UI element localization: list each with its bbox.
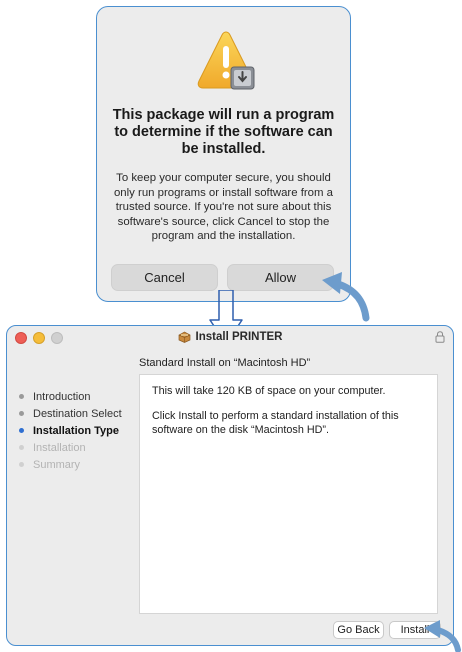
install-instructions-text: Click Install to perform a standard inst… — [152, 410, 399, 436]
security-alert-dialog: This package will run a program to deter… — [96, 6, 351, 302]
step-destination-select: Destination Select — [19, 405, 122, 422]
lock-icon[interactable] — [435, 331, 445, 343]
minimize-window-button[interactable] — [33, 332, 45, 344]
install-info-panel: This will take 120 KB of space on your c… — [139, 374, 438, 614]
step-label: Introduction — [33, 390, 91, 403]
step-dot — [19, 428, 24, 433]
close-window-button[interactable] — [15, 332, 27, 344]
step-installation: Installation — [19, 439, 122, 456]
warning-package-icon — [197, 31, 255, 90]
go-back-button[interactable]: Go Back — [333, 621, 384, 639]
step-label: Installation — [33, 441, 86, 454]
curved-arrow-icon — [424, 620, 461, 652]
title-bar: Install PRINTER — [7, 326, 453, 348]
package-icon — [178, 331, 190, 343]
window-title: Install PRINTER — [195, 331, 283, 343]
step-label: Summary — [33, 458, 81, 471]
step-label: Destination Select — [33, 407, 122, 420]
dialog-title: This package will run a program to deter… — [112, 107, 335, 157]
dialog-message: To keep your computer secure, you should… — [113, 172, 334, 243]
install-subtitle: Standard Install on “Macintosh HD” — [139, 357, 311, 369]
window-controls — [15, 332, 63, 344]
step-dot — [19, 462, 24, 467]
step-dot — [19, 445, 24, 450]
cancel-button[interactable]: Cancel — [111, 264, 218, 291]
step-summary: Summary — [19, 456, 122, 473]
window-title-group: Install PRINTER — [178, 331, 283, 343]
curved-arrow-icon — [322, 272, 370, 322]
step-label: Installation Type — [33, 424, 119, 437]
step-dot — [19, 394, 24, 399]
step-introduction: Introduction — [19, 388, 122, 405]
installer-window: Install PRINTER Standard Install on “Mac… — [6, 325, 454, 646]
zoom-window-button[interactable] — [51, 332, 63, 344]
installer-steps: Introduction Destination Select Installa… — [19, 388, 122, 473]
step-dot — [19, 411, 24, 416]
step-installation-type: Installation Type — [19, 422, 122, 439]
space-required-text: This will take 120 KB of space on your c… — [152, 385, 386, 397]
